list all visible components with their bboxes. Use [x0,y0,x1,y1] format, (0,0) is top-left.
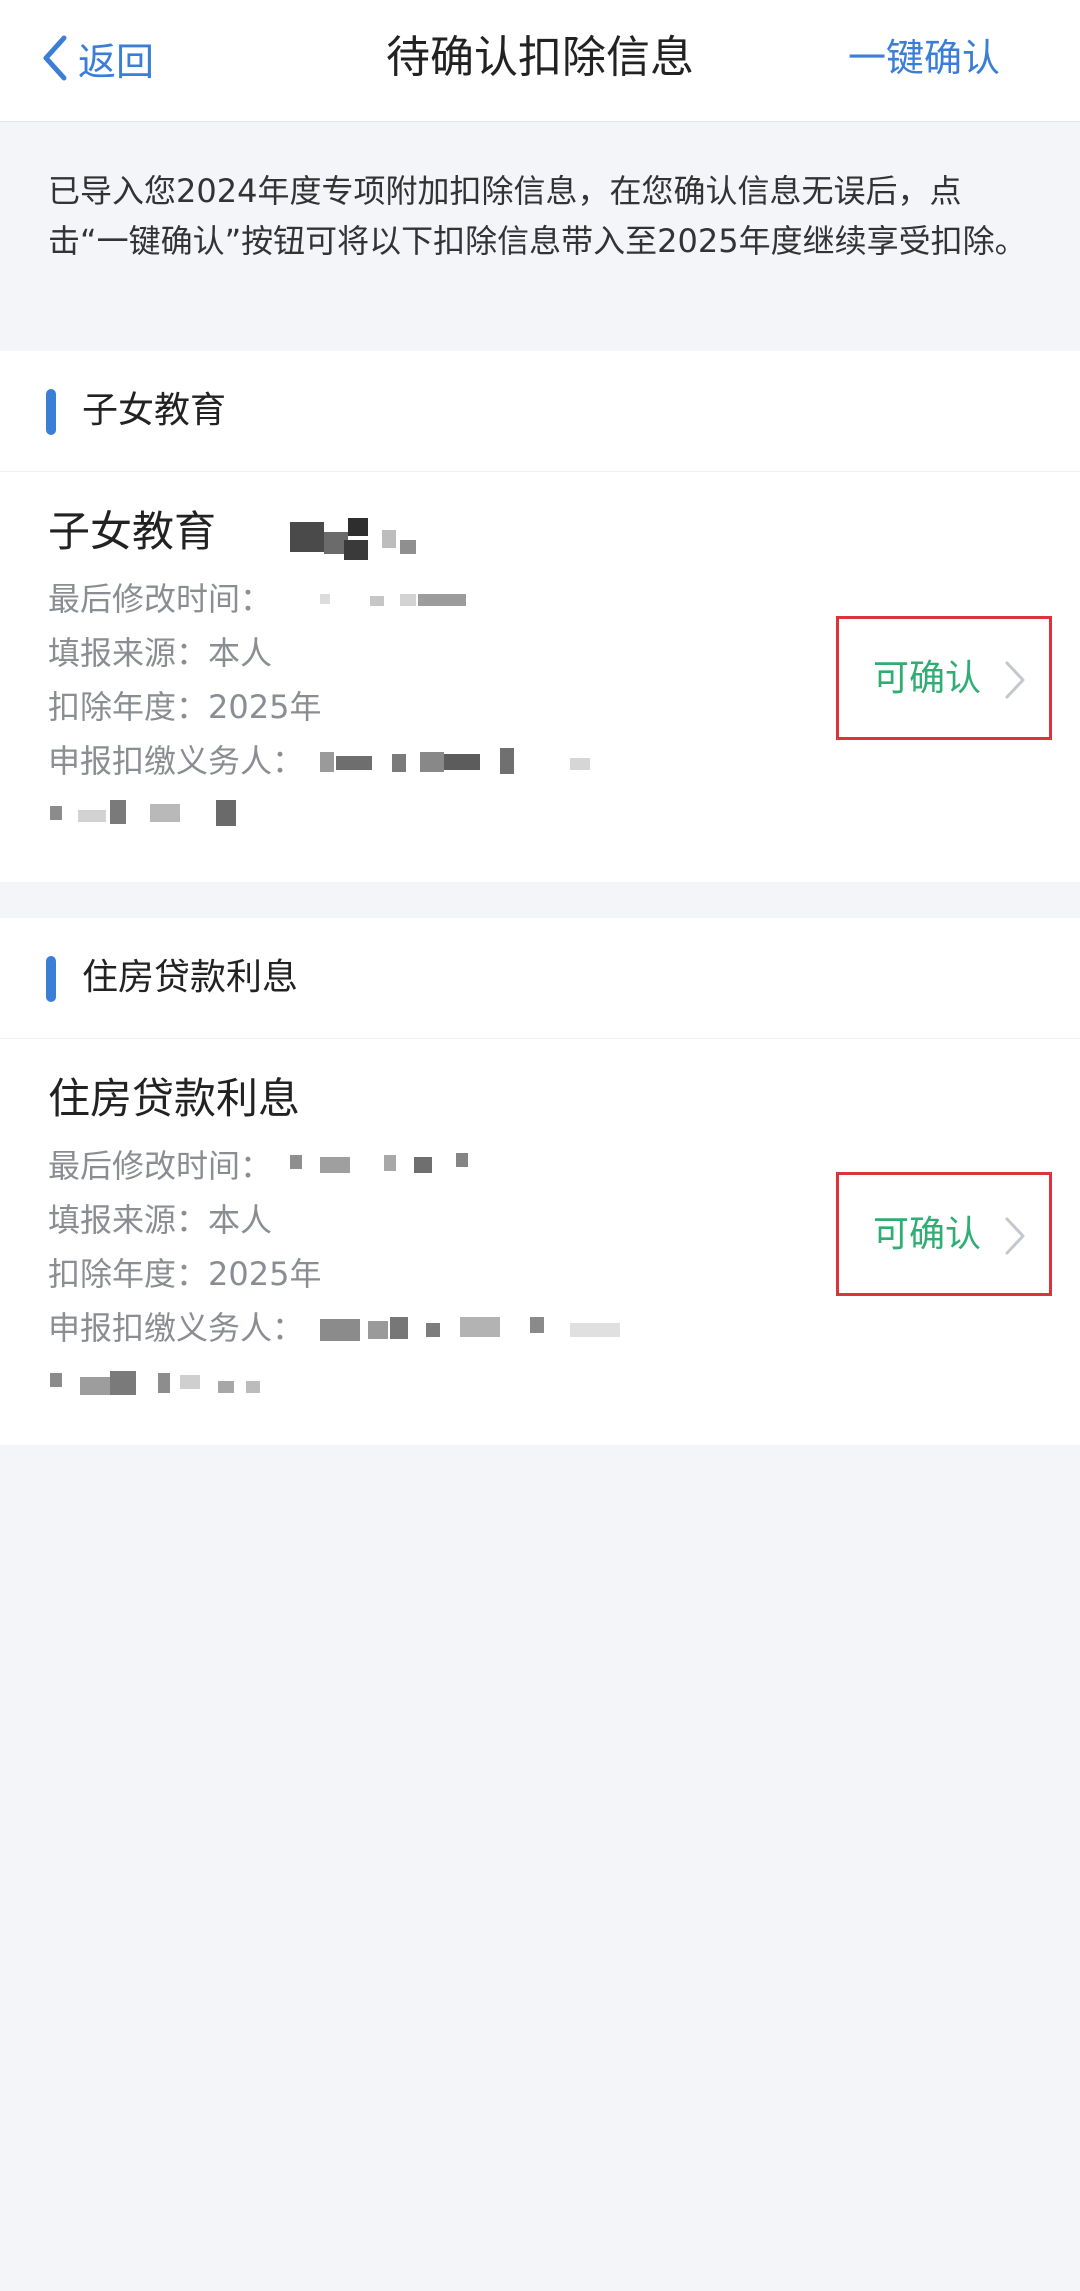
section-accent-bar [46,956,56,1002]
confirm-all-button[interactable]: 一键确认 [848,28,1000,88]
redacted-agent-mosaic [320,744,620,778]
section-accent-bar [46,389,56,435]
confirm-status-button[interactable]: 可确认 [836,1172,1052,1296]
last-modified-label: 最后修改时间： [48,580,273,618]
source-field: 填报来源：本人 [48,634,273,672]
nav-bar: 返回 待确认扣除信息 一键确认 [0,0,1080,122]
redacted-time-mosaic [290,1147,480,1181]
section-header-housing-loan: 住房贷款利息 [0,918,1080,1039]
deduction-year-field: 扣除年度：2025年 [48,1255,322,1293]
chevron-right-icon [1005,1217,1025,1255]
chevron-right-icon [1005,661,1025,699]
chevron-left-icon [43,35,67,81]
deduction-name: 住房贷款利息 [48,1074,301,1123]
back-label: 返回 [78,39,155,84]
confirm-status-label: 可确认 [873,658,982,699]
deduction-year-field: 扣除年度：2025年 [48,688,322,726]
redacted-time-mosaic [320,584,470,614]
agent-label: 申报扣缴义务人： [48,742,305,780]
redacted-agent-mosaic-line2 [50,796,250,832]
import-notice: 已导入您2024年度专项附加扣除信息，在您确认信息无误后，点击“一键确认”按钮可… [48,172,1027,260]
redacted-name-mosaic [290,514,420,564]
last-modified-label: 最后修改时间： [48,1147,273,1185]
section-title: 子女教育 [82,390,227,431]
section-title: 住房贷款利息 [82,957,299,998]
redacted-agent-mosaic-line2 [50,1365,280,1401]
deduction-card-child-education[interactable]: 子女教育 最后修改时间： 填报来源：本人 扣除年度：2025年 申报扣缴义务人：… [0,472,1080,882]
confirm-status-label: 可确认 [873,1214,982,1255]
redacted-agent-mosaic [320,1311,630,1345]
confirm-status-button[interactable]: 可确认 [836,616,1052,740]
deduction-name: 子女教育 [48,507,217,556]
deduction-card-housing-loan[interactable]: 住房贷款利息 最后修改时间： 填报来源：本人 扣除年度：2025年 申报扣缴义务… [0,1039,1080,1445]
back-button[interactable]: 返回 [40,28,154,88]
agent-label: 申报扣缴义务人： [48,1309,305,1347]
source-field: 填报来源：本人 [48,1201,273,1239]
section-header-child-education: 子女教育 [0,351,1080,472]
